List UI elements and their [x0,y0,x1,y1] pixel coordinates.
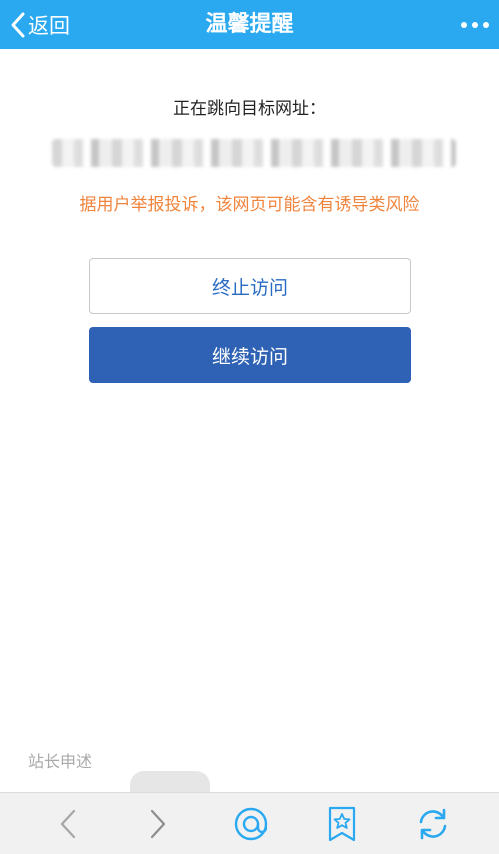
bookmark-star-icon [328,806,356,841]
more-dots-icon [461,21,467,28]
blurred-target-url [52,139,456,167]
back-button[interactable]: 返回 [10,0,70,49]
toolbar-forward-button[interactable] [128,793,188,854]
back-label: 返回 [28,13,70,38]
top-nav-bar: 返回 温馨提醒 [0,0,499,49]
more-menu-button[interactable] [449,0,489,49]
toolbar-bookmark-button[interactable] [312,793,372,854]
more-dot [483,21,489,28]
more-dot [472,21,478,28]
page-title: 温馨提醒 [205,12,294,37]
refresh-icon [419,808,447,839]
toolbar-back-button[interactable] [38,793,98,854]
bottom-toolbar [0,792,499,854]
toolbar-refresh-button[interactable] [403,793,463,854]
chevron-left-icon [11,12,25,37]
risk-warning-text: 据用户举报投诉，该网页可能含有诱导类风险 [79,195,420,215]
continue-visit-button[interactable]: 继续访问 [89,327,411,383]
forward-arrow-icon [150,809,166,838]
stop-visit-button[interactable]: 终止访问 [89,258,411,314]
back-arrow-icon [60,809,76,838]
toolbar-at-button[interactable] [221,793,281,854]
redirect-label: 正在跳向目标网址： [173,99,326,119]
at-sign-icon [234,807,268,840]
site-owner-appeal-link[interactable]: 站长申述 [28,748,92,772]
